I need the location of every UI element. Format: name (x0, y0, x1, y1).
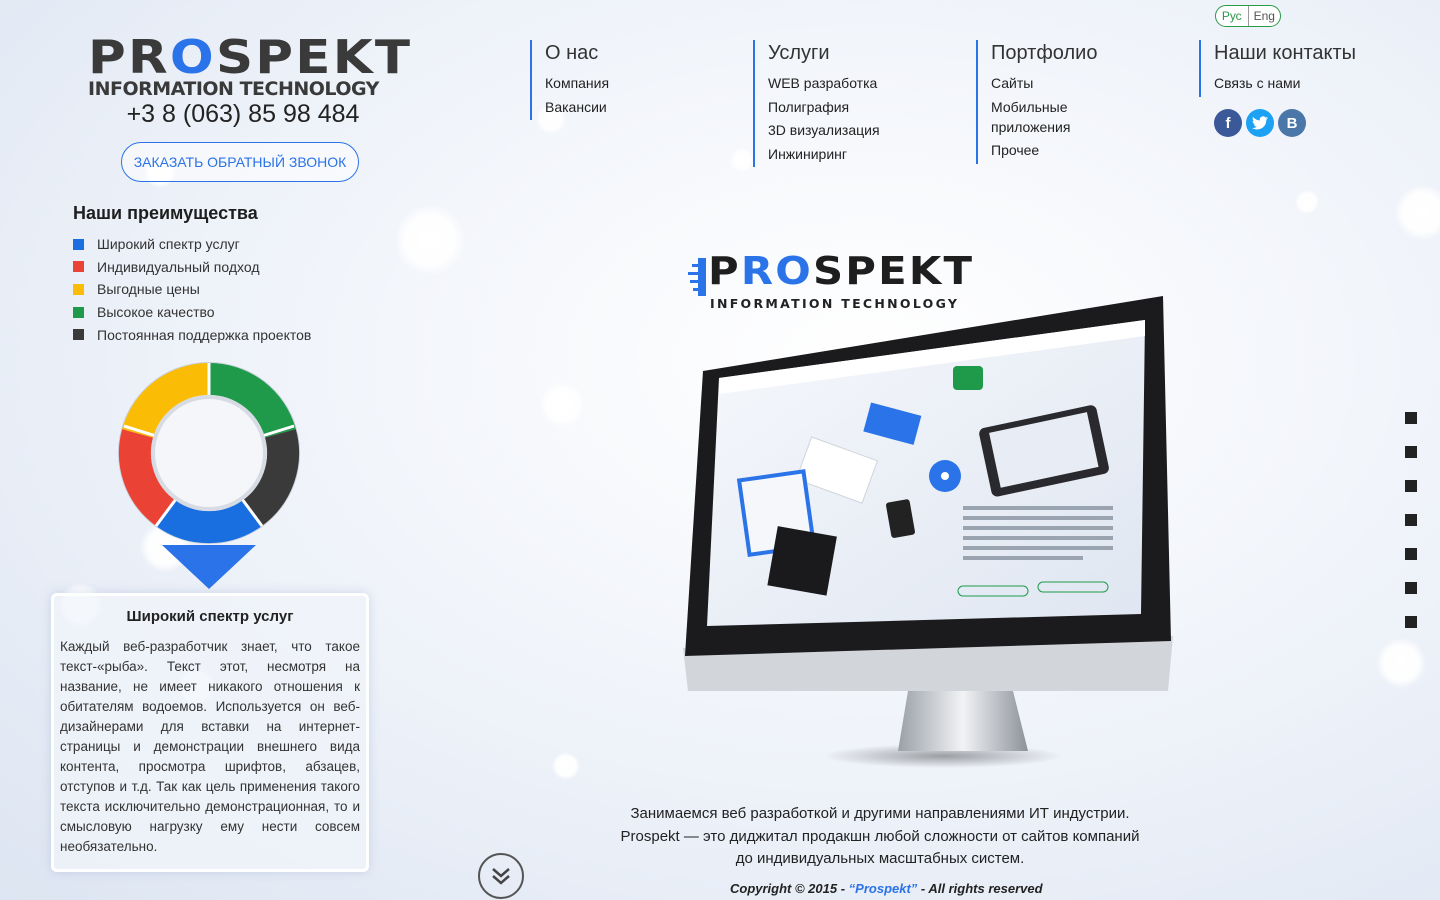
advantage-description-card: Широкий спектр услуг Каждый веб-разработ… (51, 593, 369, 872)
logo-wordmark: PROSPEKT (88, 30, 413, 84)
hero-logo-wordmark: PROSPEKT (708, 249, 975, 293)
monitor-illustration (683, 296, 1173, 768)
nav-about-heading[interactable]: О нас (545, 40, 609, 66)
card-text: Каждый веб-разработчик знает, что такое … (60, 639, 360, 854)
section-dot[interactable] (1405, 582, 1417, 594)
nav-link-3d[interactable]: 3D визуализация (768, 120, 880, 140)
advantage-item: Высокое качество (73, 301, 311, 324)
section-dot[interactable] (1405, 412, 1417, 424)
language-switcher: Рус Eng (1215, 5, 1281, 27)
card-title: Широкий спектр услуг (126, 608, 294, 625)
nav-link-other[interactable]: Прочее (991, 140, 1097, 160)
scroll-down-button[interactable] (478, 853, 524, 899)
nav-link-company[interactable]: Компания (545, 73, 609, 93)
nav-contacts-heading[interactable]: Наши контакты (1214, 40, 1356, 66)
advantage-item: Выгодные цены (73, 278, 311, 301)
phone-number: +3 8 (063) 85 98 484 (126, 100, 360, 128)
bokeh-decoration (395, 205, 465, 275)
lang-en[interactable]: Eng (1249, 6, 1281, 26)
bullet-square-icon (73, 329, 84, 341)
bokeh-decoration (540, 382, 585, 427)
advantage-item: Постоянная поддержка проектов (73, 323, 311, 346)
advantages-list: Широкий спектр услуг Индивидуальный подх… (73, 233, 311, 346)
bokeh-decoration (1395, 185, 1440, 240)
bokeh-decoration (1295, 190, 1319, 214)
site-logo[interactable]: PROSPEKT INFORMATION TECHNOLOGY (88, 34, 438, 100)
bokeh-decoration (730, 148, 754, 172)
bullet-square-icon (73, 261, 84, 273)
bullet-square-icon (73, 306, 84, 318)
social-links: f B (1214, 109, 1306, 137)
section-dot[interactable] (1405, 514, 1417, 526)
nav-link-web[interactable]: WEB разработка (768, 73, 880, 93)
nav-link-print[interactable]: Полиграфия (768, 97, 880, 117)
twitter-bird-glyph (1252, 116, 1268, 130)
advantages-title: Наши преимущества (73, 203, 258, 223)
vk-icon[interactable]: B (1278, 109, 1306, 137)
advantage-item: Индивидуальный подход (73, 256, 311, 279)
speed-bars-icon (688, 258, 706, 296)
nav-contacts: Наши контакты Связь с нами (1199, 40, 1356, 97)
section-dot[interactable] (1405, 548, 1417, 560)
bokeh-decoration (552, 752, 580, 780)
hero-tagline: Занимаемся веб разработкой и другими нап… (620, 805, 1140, 867)
nav-services: Услуги WEB разработка Полиграфия 3D визу… (753, 40, 880, 167)
nav-link-contact-us[interactable]: Связь с нами (1214, 73, 1356, 93)
double-chevron-down-icon (492, 868, 510, 885)
section-dot[interactable] (1405, 480, 1417, 492)
section-pagination (1405, 412, 1417, 628)
nav-link-sites[interactable]: Сайты (991, 73, 1097, 93)
nav-portfolio-heading[interactable]: Портфолио (991, 40, 1097, 66)
nav-link-mobile[interactable]: Мобильные приложения (991, 97, 1086, 137)
ring-pointer-arrow-icon (162, 545, 256, 589)
callback-button[interactable]: ЗАКАЗАТЬ ОБРАТНЫЙ ЗВОНОК (121, 142, 359, 182)
copyright: Copyright © 2015 - “Prospekt” - All righ… (730, 881, 1043, 896)
twitter-icon[interactable] (1246, 109, 1274, 137)
advantages-ring[interactable] (117, 361, 301, 545)
bullet-square-icon (73, 283, 84, 295)
nav-services-heading[interactable]: Услуги (768, 40, 880, 66)
nav-link-vacancies[interactable]: Вакансии (545, 97, 609, 117)
nav-portfolio: Портфолио Сайты Мобильные приложения Про… (976, 40, 1097, 164)
nav-link-engineering[interactable]: Инжиниринг (768, 144, 880, 164)
lang-ru[interactable]: Рус (1216, 6, 1249, 26)
bokeh-decoration (1376, 638, 1426, 688)
facebook-icon[interactable]: f (1214, 109, 1242, 137)
ring-segment-blue (156, 499, 262, 544)
advantage-item: Широкий спектр услуг (73, 233, 311, 256)
bullet-square-icon (73, 238, 84, 250)
section-dot[interactable] (1405, 446, 1417, 458)
section-dot[interactable] (1405, 616, 1417, 628)
nav-about: О нас Компания Вакансии (530, 40, 609, 120)
